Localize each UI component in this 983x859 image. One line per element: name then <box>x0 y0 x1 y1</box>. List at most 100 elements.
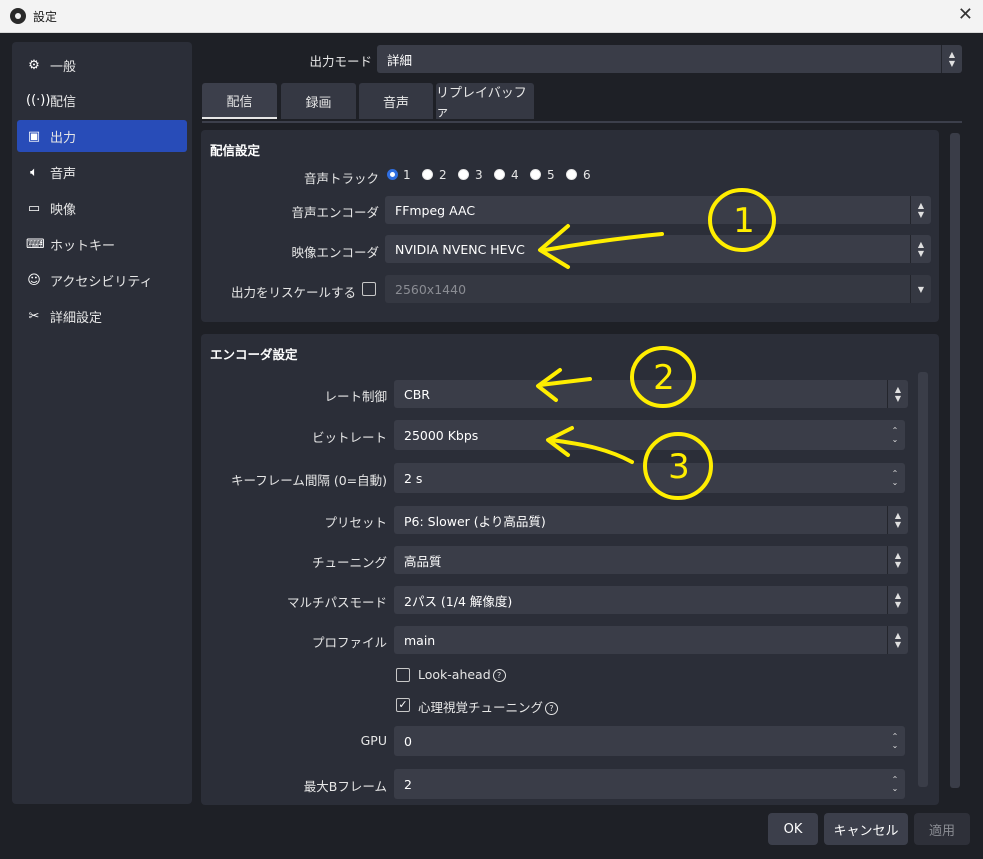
radio-label: 5 <box>547 168 555 182</box>
spin-arrows-icon[interactable]: ⌃ ⌄ <box>885 726 905 756</box>
chevron-updown-icon: ▲ ▼ <box>887 626 908 654</box>
obs-app-icon <box>10 8 26 24</box>
sidebar-item-label: 配信 <box>50 94 77 110</box>
sidebar-item-label: 詳細設定 <box>50 310 103 326</box>
radio-label: 3 <box>475 168 483 182</box>
lookahead-checkbox[interactable] <box>396 668 410 682</box>
rate-control-select[interactable]: CBR ▲ ▼ <box>394 380 908 408</box>
sidebar-item-general[interactable]: ⚙ 一般 <box>17 49 187 81</box>
psycho-visual-label-wrap: 心理視覚チューニング? <box>418 697 559 716</box>
profile-value: main <box>404 632 436 648</box>
output-mode-select[interactable]: 詳細 ▲ ▼ <box>377 45 962 73</box>
video-encoder-select[interactable]: NVIDIA NVENC HEVC ▲ ▼ <box>385 235 931 263</box>
audio-track-radio-1[interactable] <box>387 169 398 180</box>
audio-track-radio-5[interactable] <box>530 169 541 180</box>
preset-select[interactable]: P6: Slower (より高品質) ▲ ▼ <box>394 506 908 534</box>
cancel-button[interactable]: キャンセル <box>824 813 908 845</box>
keyframe-value: 2 s <box>404 470 423 486</box>
help-icon[interactable]: ? <box>492 669 506 682</box>
tab-label: 録画 <box>305 95 332 111</box>
audio-track-radio-3[interactable] <box>458 169 469 180</box>
keyframe-interval-spinbox[interactable]: 2 s ⌃ ⌄ <box>394 463 905 493</box>
audio-encoder-select[interactable]: FFmpeg AAC ▲ ▼ <box>385 196 931 224</box>
multipass-label: マルチパスモード <box>286 595 387 610</box>
radio-label: 6 <box>583 168 591 182</box>
rescale-value: 2560x1440 <box>395 281 467 297</box>
tab-stream[interactable]: 配信 <box>202 83 277 119</box>
sidebar-item-hotkeys[interactable]: ⌨ ホットキー <box>17 228 187 260</box>
tab-audio[interactable]: 音声 <box>359 83 433 119</box>
psycho-visual-checkbox[interactable]: ✓ <box>396 698 410 712</box>
encoder-settings-title: エンコーダ設定 <box>210 347 298 362</box>
preset-label: プリセット <box>324 515 387 530</box>
sidebar-item-advanced[interactable]: ✂ 詳細設定 <box>17 300 187 332</box>
tab-label: 配信 <box>226 94 253 110</box>
sidebar-item-video[interactable]: ▭ 映像 <box>17 192 187 224</box>
radio-label: 4 <box>511 168 519 182</box>
chevron-updown-icon: ▲ ▼ <box>910 196 931 224</box>
stream-settings-title: 配信設定 <box>210 143 261 158</box>
max-bframes-spinbox[interactable]: 2 ⌃ ⌄ <box>394 769 905 799</box>
tuning-select[interactable]: 高品質 ▲ ▼ <box>394 546 908 574</box>
chevron-down-icon: ▼ <box>910 275 931 303</box>
rescale-label: 出力をリスケールする <box>230 285 356 300</box>
apply-button[interactable]: 適用 <box>914 813 970 845</box>
multipass-select[interactable]: 2パス (1/4 解像度) ▲ ▼ <box>394 586 908 614</box>
sidebar-item-accessibility[interactable]: ☺ アクセシビリティ <box>17 264 187 296</box>
radio-label: 1 <box>403 168 411 182</box>
profile-select[interactable]: main ▲ ▼ <box>394 626 908 654</box>
settings-sidebar: ⚙ 一般 ((·)) 配信 ▣ 出力 🔈︎ 音声 ▭ 映像 ⌨ ホットキー ☺ … <box>12 42 192 804</box>
audio-track-radio-6[interactable] <box>566 169 577 180</box>
chevron-updown-icon: ▲ ▼ <box>887 586 908 614</box>
tools-icon: ✂ <box>28 308 40 324</box>
outer-scrollbar[interactable] <box>950 133 960 788</box>
output-mode-label: 出力モード <box>309 54 372 69</box>
gpu-label: GPU <box>360 733 387 748</box>
sidebar-item-label: 出力 <box>50 130 77 146</box>
bitrate-spinbox[interactable]: 25000 Kbps ⌃ ⌄ <box>394 420 905 450</box>
tab-replay-buffer[interactable]: リプレイバッファ <box>436 83 534 120</box>
gear-icon: ⚙ <box>28 57 40 73</box>
audio-track-radio-2[interactable] <box>422 169 433 180</box>
close-icon[interactable]: ✕ <box>958 4 973 25</box>
chevron-updown-icon: ▲ ▼ <box>887 546 908 574</box>
rate-control-value: CBR <box>404 386 430 402</box>
button-label: キャンセル <box>833 823 899 839</box>
tab-recording[interactable]: 録画 <box>281 83 356 119</box>
sidebar-item-label: アクセシビリティ <box>50 274 153 290</box>
video-encoder-value: NVIDIA NVENC HEVC <box>395 241 525 257</box>
sidebar-item-label: 一般 <box>50 59 77 75</box>
tab-divider <box>202 121 962 123</box>
sidebar-item-output[interactable]: ▣ 出力 <box>17 120 187 152</box>
button-label: OK <box>783 821 803 837</box>
audio-track-radio-4[interactable] <box>494 169 505 180</box>
output-icon: ▣ <box>27 128 41 144</box>
help-icon[interactable]: ? <box>545 702 559 715</box>
chevron-updown-icon: ▲ ▼ <box>887 506 908 534</box>
tab-label: リプレイバッファ <box>436 86 527 120</box>
keyframe-interval-label: キーフレーム間隔 (0=自動) <box>230 473 387 488</box>
sidebar-item-audio[interactable]: 🔈︎ 音声 <box>17 156 187 188</box>
inner-scrollbar[interactable] <box>918 372 928 787</box>
window-title: 設定 <box>33 10 58 24</box>
ok-button[interactable]: OK <box>768 813 818 845</box>
sidebar-item-label: ホットキー <box>50 238 116 254</box>
monitor-icon: ▭ <box>27 200 41 216</box>
accessibility-icon: ☺ <box>27 272 41 288</box>
tab-label: 音声 <box>382 95 409 111</box>
gpu-spinbox[interactable]: 0 ⌃ ⌄ <box>394 726 905 756</box>
rescale-checkbox[interactable] <box>362 282 376 296</box>
max-bframes-value: 2 <box>404 776 412 792</box>
spin-arrows-icon[interactable]: ⌃ ⌄ <box>885 769 905 799</box>
lookahead-label: Look-ahead <box>418 667 491 682</box>
spin-arrows-icon[interactable]: ⌃ ⌄ <box>885 463 905 493</box>
rescale-resolution-select: 2560x1440 ▼ <box>385 275 931 303</box>
title-bar: 設定 ✕ <box>0 0 983 33</box>
max-bframes-label: 最大Bフレーム <box>303 779 387 794</box>
sidebar-item-stream[interactable]: ((·)) 配信 <box>17 84 187 116</box>
spin-arrows-icon[interactable]: ⌃ ⌄ <box>885 420 905 450</box>
audio-encoder-value: FFmpeg AAC <box>395 202 476 218</box>
preset-value: P6: Slower (より高品質) <box>404 513 546 529</box>
audio-encoder-label: 音声エンコーダ <box>291 205 379 220</box>
bitrate-label: ビットレート <box>311 430 387 445</box>
